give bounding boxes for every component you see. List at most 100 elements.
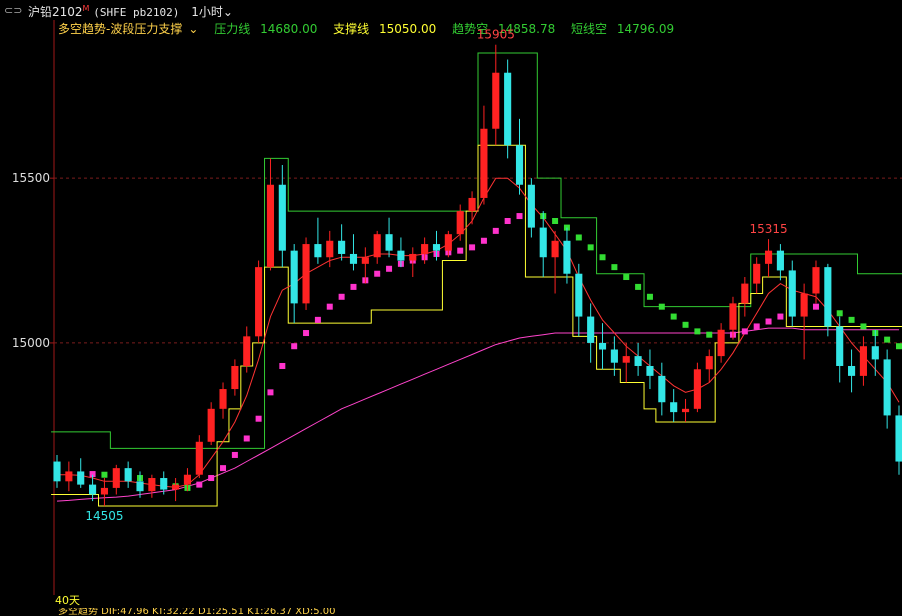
candle-body <box>160 478 168 490</box>
candle-body <box>670 402 678 413</box>
candle-body <box>278 184 286 251</box>
candle-body <box>848 365 856 376</box>
trend-dot <box>753 323 760 330</box>
trend-dot <box>208 475 215 482</box>
trend-dot <box>303 330 310 337</box>
trend-dot <box>682 321 689 328</box>
candle-body <box>243 336 251 366</box>
trend-dot <box>314 316 321 323</box>
candle-body <box>610 349 618 363</box>
candle-body <box>219 389 227 409</box>
trend-dot <box>575 234 582 241</box>
trend-dot <box>611 264 618 271</box>
candle-body <box>693 369 701 409</box>
trend-dot <box>267 389 274 396</box>
candle-body <box>883 359 891 416</box>
candle-body <box>717 329 725 357</box>
trend-dot <box>646 293 653 300</box>
candle-body <box>290 250 298 304</box>
trend-dot <box>552 218 559 225</box>
instrument-code: (SHFE pb2102) <box>93 6 180 19</box>
candle-body <box>77 471 85 485</box>
candle-body <box>753 263 761 284</box>
trend-dot <box>350 283 357 290</box>
trend-dot <box>587 244 594 251</box>
trend-dot <box>741 328 748 335</box>
candle-body <box>338 240 346 254</box>
trend-dot <box>635 283 642 290</box>
trend-dot <box>836 310 843 317</box>
candle-body <box>231 365 239 390</box>
candle-body <box>112 468 120 488</box>
ma-long-line <box>56 327 899 502</box>
candle-body <box>895 415 902 462</box>
trend-dot <box>457 247 464 254</box>
candle-body <box>563 240 571 274</box>
candle-body <box>468 197 476 212</box>
candle-body <box>172 484 180 490</box>
candle-body <box>195 441 203 475</box>
trend-dot <box>765 318 772 325</box>
trend-dot <box>812 303 819 310</box>
candle-body <box>634 356 642 366</box>
candle-body <box>646 365 654 376</box>
candle-body <box>587 316 595 343</box>
price-chart[interactable]: 15000 15500 15905 15315 14505 <box>0 20 902 595</box>
trend-dot <box>896 343 902 350</box>
candle-body <box>764 250 773 264</box>
y-tick-label: 15500 <box>12 171 50 185</box>
chain-link-icon[interactable]: ⊂⊃ <box>4 4 22 17</box>
trend-dot <box>599 254 606 261</box>
candle-body <box>622 356 630 363</box>
candle-body <box>409 253 417 261</box>
candle-body <box>480 128 488 198</box>
candle-body <box>326 240 334 258</box>
candle-body <box>349 253 358 264</box>
candle-body <box>539 227 547 258</box>
candle-body <box>824 267 832 327</box>
candle-body <box>492 72 500 129</box>
candle-body <box>100 487 108 495</box>
candle-body <box>515 145 524 185</box>
candle-body <box>385 234 393 251</box>
candle-body <box>456 211 464 235</box>
candle-body <box>741 283 749 304</box>
trend-dot <box>220 465 227 472</box>
candle-body <box>361 257 369 264</box>
candle-body <box>314 244 322 258</box>
candle-body <box>302 244 310 304</box>
trend-dot <box>231 451 238 458</box>
candle-body <box>575 273 583 317</box>
high-price-label: 15315 <box>749 222 787 236</box>
trend-dot <box>338 293 345 300</box>
low-price-label: 14505 <box>85 509 123 523</box>
candle-body <box>681 408 690 413</box>
trend-dot <box>848 316 855 323</box>
trend-dot <box>504 218 511 225</box>
candle-body <box>432 244 441 251</box>
period-selector[interactable]: 1小时⌄ <box>191 5 233 19</box>
period-label: 1小时 <box>191 5 223 19</box>
main-contract-flag: M <box>82 4 90 13</box>
candle-body <box>788 270 796 317</box>
support-line <box>51 144 902 507</box>
trend-dot <box>326 303 333 310</box>
candle-body <box>871 346 879 360</box>
trend-dot <box>516 213 523 220</box>
instrument-title[interactable]: 沪铅2102M (SHFE pb2102) 1小时⌄ <box>28 3 233 20</box>
trend-dot <box>291 343 298 350</box>
candle-body <box>148 478 156 492</box>
trend-dot <box>492 227 499 234</box>
candle-body <box>504 72 512 146</box>
trend-dot <box>480 237 487 244</box>
trend-dot <box>670 313 677 320</box>
trend-dot <box>694 328 701 335</box>
indicator-strip: 多空趋势 DIF:47.96 KT:32.22 D1:25.51 K1:26.3… <box>58 608 336 616</box>
trend-dot <box>777 313 784 320</box>
candle-body <box>859 346 867 376</box>
high-price-label: 15905 <box>477 28 515 42</box>
candle-body <box>183 474 192 485</box>
candle-body <box>421 244 429 254</box>
trend-dot <box>884 336 891 343</box>
candle-body <box>776 250 784 271</box>
